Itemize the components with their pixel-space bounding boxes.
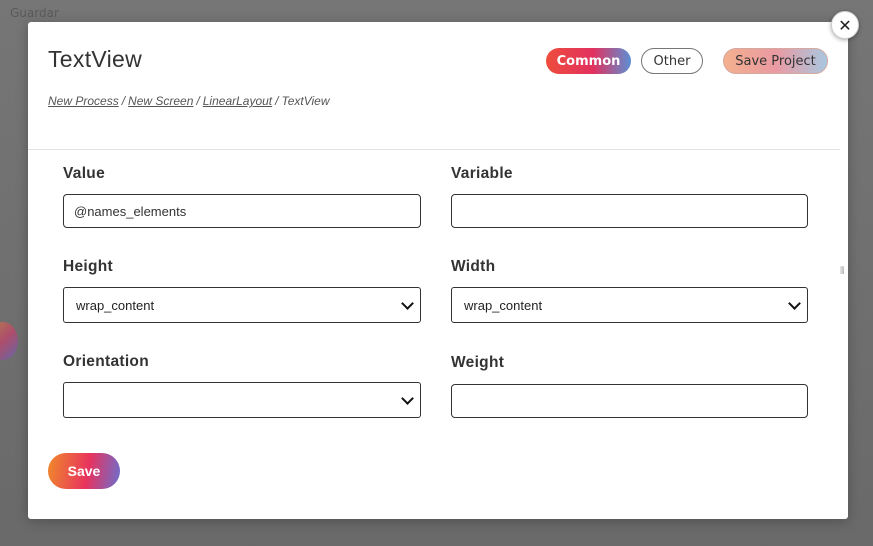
- tab-other[interactable]: Other: [641, 48, 703, 74]
- weight-input[interactable]: [451, 384, 808, 418]
- weight-label: Weight: [451, 354, 505, 371]
- breadcrumb-linearlayout[interactable]: LinearLayout: [203, 94, 272, 108]
- save-button[interactable]: Save: [48, 453, 120, 489]
- breadcrumb-separator: /: [275, 94, 279, 108]
- breadcrumb-separator: /: [121, 94, 126, 108]
- height-label: Height: [63, 258, 114, 275]
- value-label: Value: [63, 165, 105, 182]
- width-select[interactable]: wrap_content: [451, 287, 808, 323]
- width-label: Width: [451, 258, 496, 275]
- tab-common[interactable]: Common: [546, 48, 631, 74]
- breadcrumb-new-screen[interactable]: New Screen: [128, 94, 193, 108]
- chevron-down-icon: [401, 296, 414, 310]
- breadcrumb-current: TextView: [281, 94, 330, 108]
- height-selected-value: wrap_content: [76, 297, 155, 313]
- width-selected-value: wrap_content: [464, 297, 543, 313]
- orientation-label: Orientation: [63, 353, 149, 370]
- dialog-title: TextView: [48, 46, 143, 72]
- breadcrumb: New Process / New Screen / LinearLayout / Text…: [48, 94, 330, 108]
- breadcrumb-separator: /: [196, 94, 200, 108]
- value-input[interactable]: @names_elements: [63, 194, 421, 228]
- chevron-down-icon: [788, 296, 801, 310]
- background-text: Guardar: [10, 6, 59, 20]
- resize-handle-icon[interactable]: ⦀: [840, 266, 846, 278]
- orientation-select[interactable]: [63, 382, 421, 418]
- save-project-button[interactable]: Save Project: [723, 48, 828, 74]
- height-select[interactable]: wrap_content: [63, 287, 421, 323]
- close-icon[interactable]: ✕: [831, 11, 859, 39]
- textview-dialog: TextView Common Other Save Project New P…: [28, 22, 848, 519]
- breadcrumb-new-process[interactable]: New Process: [48, 94, 119, 108]
- header-divider: [28, 149, 840, 150]
- variable-input[interactable]: [451, 194, 808, 228]
- chevron-down-icon: [401, 391, 414, 405]
- variable-label: Variable: [451, 165, 513, 182]
